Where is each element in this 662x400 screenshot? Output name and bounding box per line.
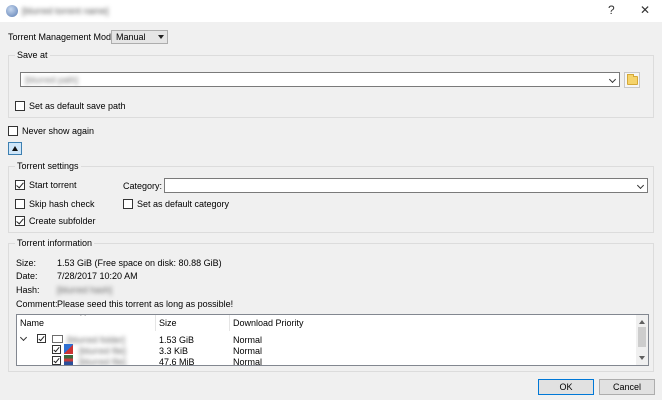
never-show-again-checkbox[interactable] — [8, 126, 18, 136]
hash-label: Hash: — [16, 285, 40, 295]
folder-icon — [627, 74, 638, 85]
triangle-up-icon — [12, 146, 18, 151]
category-label: Category: — [123, 181, 163, 191]
browse-folder-button[interactable] — [624, 72, 640, 88]
skip-hash-check-checkbox[interactable] — [15, 199, 25, 209]
save-path-input[interactable]: [blurred path] — [20, 72, 620, 87]
cancel-button[interactable]: Cancel — [599, 379, 655, 395]
date-value: 7/28/2017 10:20 AM — [57, 271, 138, 281]
save-path-value: [blurred path] — [25, 75, 79, 85]
row-checkbox[interactable] — [52, 356, 61, 365]
row-checkbox[interactable] — [37, 334, 46, 343]
column-header-name[interactable]: Name — [20, 318, 44, 329]
skip-hash-check-label[interactable]: Skip hash check — [29, 199, 95, 210]
size-label: Size: — [16, 258, 37, 268]
chevron-down-icon[interactable] — [636, 181, 645, 190]
row-name: [blurred folder] — [67, 335, 126, 345]
row-size: 1.53 GiB — [159, 335, 195, 345]
folder-icon — [52, 335, 63, 343]
row-checkbox[interactable] — [52, 345, 61, 354]
scroll-down-icon[interactable] — [639, 356, 645, 360]
never-show-again-label[interactable]: Never show again — [22, 126, 94, 137]
set-default-save-path-checkbox[interactable] — [15, 101, 25, 111]
file-icon — [64, 344, 73, 354]
torrent-settings-group: Torrent settings — [8, 161, 654, 233]
close-button[interactable]: ✕ — [640, 4, 650, 16]
set-default-category-label[interactable]: Set as default category — [137, 199, 229, 210]
window-title: [blurred torrent name] — [22, 6, 109, 16]
row-name: [blurred file] — [79, 357, 127, 366]
row-name: [blurred file] — [79, 346, 127, 356]
help-button[interactable]: ? — [608, 4, 615, 16]
hash-value: [blurred hash] — [57, 285, 113, 295]
management-mode-value: Manual — [116, 32, 146, 42]
create-subfolder-checkbox[interactable] — [15, 216, 25, 226]
category-select[interactable] — [164, 178, 648, 193]
title-bar: [blurred torrent name] ? ✕ — [0, 0, 662, 22]
column-header-priority[interactable]: Download Priority — [233, 318, 304, 329]
comment-value: Please seed this torrent as long as poss… — [57, 299, 234, 309]
chevron-down-icon[interactable] — [608, 75, 617, 84]
set-default-save-path-label[interactable]: Set as default save path — [29, 101, 126, 112]
file-tree[interactable]: Name Size Download Priority [blurred fol… — [16, 314, 649, 366]
start-torrent-checkbox[interactable] — [15, 180, 25, 190]
dropdown-arrow-icon — [158, 35, 164, 39]
management-mode-label: Torrent Management Mode: — [8, 32, 119, 42]
create-subfolder-label[interactable]: Create subfolder — [29, 216, 96, 227]
row-size: 47.6 MiB — [159, 357, 195, 366]
comment-label: Comment: — [16, 299, 58, 309]
start-torrent-label[interactable]: Start torrent — [29, 180, 77, 191]
management-mode-select[interactable]: Manual — [111, 30, 168, 44]
row-priority[interactable]: Normal — [233, 357, 262, 365]
expand-chevron-icon[interactable] — [19, 333, 28, 342]
column-divider[interactable] — [229, 315, 230, 331]
column-header-size[interactable]: Size — [159, 318, 177, 329]
torrent-information-group-label: Torrent information — [15, 238, 95, 248]
vertical-scrollbar[interactable] — [636, 315, 648, 365]
row-size: 3.3 KiB — [159, 346, 189, 356]
collapse-toggle-button[interactable] — [8, 142, 22, 155]
column-divider[interactable] — [155, 315, 156, 331]
scroll-thumb[interactable] — [638, 327, 646, 347]
file-icon — [64, 355, 73, 365]
save-at-group-label: Save at — [15, 50, 50, 60]
row-priority[interactable]: Normal — [233, 335, 262, 346]
ok-button[interactable]: OK — [538, 379, 594, 395]
date-label: Date: — [16, 271, 38, 281]
scroll-up-icon[interactable] — [639, 320, 645, 324]
sort-indicator-icon — [80, 315, 86, 318]
app-icon — [6, 5, 18, 17]
size-value: 1.53 GiB (Free space on disk: 80.88 GiB) — [57, 258, 222, 268]
set-default-category-checkbox[interactable] — [123, 199, 133, 209]
torrent-settings-group-label: Torrent settings — [15, 161, 81, 171]
row-priority[interactable]: Normal — [233, 346, 262, 357]
